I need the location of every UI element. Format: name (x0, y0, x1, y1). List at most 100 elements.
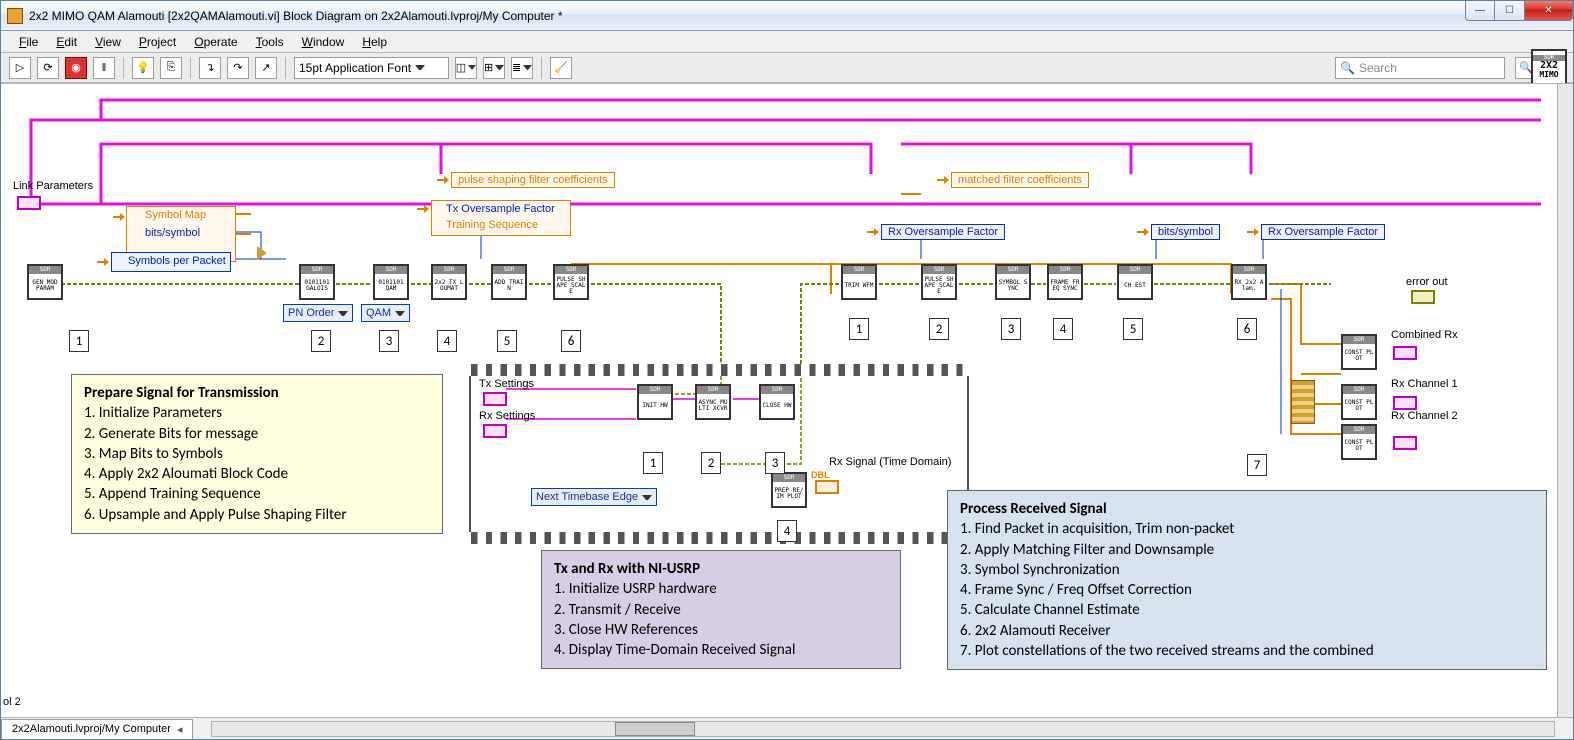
align-button[interactable]: ◫ (455, 57, 477, 79)
subvi-async-xcvr[interactable]: SDRASYNC MULTI XCVR (695, 384, 731, 420)
vi-icon[interactable]: SDR 2X2 MIMO (1531, 49, 1567, 85)
toolbar-sep (541, 57, 542, 79)
abort-button[interactable]: ◉ (65, 57, 87, 79)
legend-tx-item: 3. Map Bits to Symbols (84, 444, 430, 464)
step-box-tx-3: 3 (379, 330, 399, 352)
distribute-button[interactable]: ⊞ (483, 57, 505, 79)
reorder-button[interactable]: ≣ (511, 57, 533, 79)
menu-project[interactable]: Project (131, 33, 184, 51)
multiply-node[interactable] (257, 246, 267, 260)
menu-view[interactable]: View (87, 33, 129, 51)
menu-edit[interactable]: Edit (48, 33, 85, 51)
run-button[interactable]: ▷ (9, 57, 31, 79)
menu-operate[interactable]: Operate (186, 33, 245, 51)
legend-rx: Process Received Signal 1. Find Packet i… (947, 490, 1547, 670)
label-train-seq: Training Sequence (446, 219, 538, 231)
legend-rx-item: 6. 2x2 Alamouti Receiver (960, 621, 1534, 641)
menu-tools[interactable]: Tools (248, 33, 292, 51)
step-box-tx-1: 1 (69, 330, 89, 352)
font-selector[interactable]: 15pt Application Font (294, 57, 449, 79)
step-into-button[interactable]: ↴ (199, 57, 221, 79)
legend-rx-item: 7. Plot constellations of the two receiv… (960, 641, 1534, 661)
menu-help[interactable]: Help (354, 33, 395, 51)
subvi-symbol-sync[interactable]: SDRSYMBOL SYNC (995, 264, 1031, 300)
terminal-rx-ch2[interactable] (1393, 436, 1417, 450)
block-diagram-canvas[interactable]: Link Parameters Symbol Map bits/symbol S… (1, 83, 1573, 717)
step-box-tx-5: 5 (497, 330, 517, 352)
subvi-rx-alamouti[interactable]: SDRRX 2x2 Alam. (1231, 264, 1267, 300)
terminal-rx-signal[interactable] (815, 480, 839, 494)
subvi-const-plot-1[interactable]: SDRCONST PLOT (1341, 334, 1377, 370)
label-tx-settings: Tx Settings (479, 378, 534, 390)
subvi-tx-alamouti[interactable]: SDR2x2 TX LOUMAT (431, 264, 467, 300)
subvi-galois[interactable]: SDR0101101 GALOIS (299, 264, 335, 300)
terminal-combined-rx[interactable] (1393, 346, 1417, 360)
subvi-qam-mod[interactable]: SDR0101101 QAM (373, 264, 409, 300)
legend-rx-item: 3. Symbol Synchronization (960, 560, 1534, 580)
app-window: 2x2 MIMO QAM Alamouti [2x2QAMAlamouti.vi… (0, 0, 1574, 740)
cleanup-button[interactable]: 🧹 (550, 57, 572, 79)
label-combined-rx: Combined Rx (1391, 329, 1458, 341)
unbundle-symbols-pkt[interactable]: Symbols per Packet (111, 252, 231, 272)
label-rx-signal: Rx Signal (Time Domain) (829, 456, 951, 468)
vertical-scrollbar[interactable] (1557, 84, 1573, 717)
subvi-const-plot-3[interactable]: SDRCONST PLOT (1341, 424, 1377, 460)
menu-bar: File Edit View Project Operate Tools Win… (1, 31, 1573, 53)
terminal-tx-settings[interactable] (483, 392, 507, 406)
subvi-pulse-shape-rx[interactable]: SDRPULSE SHAPE SCALE (921, 264, 957, 300)
terminal-rx-ch1[interactable] (1393, 396, 1417, 410)
legend-hw-item: 1. Initialize USRP hardware (554, 579, 888, 599)
legend-hw-item: 4. Display Time-Domain Received Signal (554, 640, 888, 660)
subvi-const-plot-2[interactable]: SDRCONST PLOT (1341, 384, 1377, 420)
step-box-tx-6: 6 (561, 330, 581, 352)
menu-window[interactable]: Window (294, 33, 353, 51)
subvi-frame-sync[interactable]: SDRFRAME FREQ SYNC (1047, 264, 1083, 300)
subvi-pulse-shape[interactable]: SDRPULSE SHAPE SCALE (553, 264, 589, 300)
bottom-bar: 2x2Alamouti.lvproj/My Computer ◂ (1, 717, 1573, 739)
terminal-link-parameters[interactable] (17, 196, 41, 210)
project-tab[interactable]: 2x2Alamouti.lvproj/My Computer ◂ (1, 719, 193, 739)
enum-timebase[interactable]: Next Timebase Edge (531, 488, 657, 506)
subvi-init-hw[interactable]: SDRINIT HW (637, 384, 673, 420)
subvi-prep-plot[interactable]: SDRPREP RE/IM PLOT (771, 472, 807, 508)
bundle-node[interactable] (1291, 380, 1315, 424)
legend-tx-item: 2. Generate Bits for message (84, 424, 430, 444)
subvi-gen-mod-param[interactable]: SDRGEN MOD PARAM (27, 264, 63, 300)
enum-pn-order[interactable]: PN Order (283, 304, 353, 322)
highlight-button[interactable]: 💡 (132, 57, 154, 79)
retain-button[interactable]: ⎘ (160, 57, 182, 79)
step-out-button[interactable]: ↗ (255, 57, 277, 79)
search-input[interactable]: 🔍 Search (1335, 57, 1505, 79)
subvi-trim-wfm[interactable]: SDRTRIM WFM (841, 264, 877, 300)
legend-rx-item: 2. Apply Matching Filter and Downsample (960, 540, 1534, 560)
unbundle-tx-over[interactable]: Tx Oversample Factor Training Sequence (431, 200, 571, 236)
subvi-close-hw[interactable]: SDRCLOSE HW (759, 384, 795, 420)
pause-button[interactable]: ‖ (93, 57, 115, 79)
font-label: 15pt Application Font (299, 61, 411, 75)
menu-file[interactable]: File (11, 33, 46, 51)
toolbar-sep (123, 57, 124, 79)
legend-rx-item: 4. Frame Sync / Freq Offset Correction (960, 580, 1534, 600)
horizontal-scrollbar[interactable] (211, 721, 1555, 737)
step-box-rx-2: 2 (929, 318, 949, 340)
label-bits-symbol-2: bits/symbol (1151, 224, 1220, 240)
title-bar: 2x2 MIMO QAM Alamouti [2x2QAMAlamouti.vi… (1, 1, 1573, 31)
terminal-error-out[interactable] (1411, 290, 1435, 304)
maximize-button[interactable]: ☐ (1495, 1, 1525, 21)
step-over-button[interactable]: ↷ (227, 57, 249, 79)
legend-tx: Prepare Signal for Transmission 1. Initi… (71, 374, 443, 534)
run-cont-button[interactable]: ⟳ (37, 57, 59, 79)
minimize-button[interactable]: — (1465, 1, 1495, 21)
label-pulse-coef: pulse shaping filter coefficients (451, 172, 615, 188)
legend-tx-title: Prepare Signal for Transmission (84, 383, 430, 403)
close-button[interactable]: ✕ (1525, 1, 1573, 21)
search-placeholder: Search (1359, 61, 1397, 75)
label-rx-over-2: Rx Oversample Factor (1261, 224, 1385, 240)
scrollbar-thumb[interactable] (615, 722, 695, 736)
legend-hw-item: 2. Transmit / Receive (554, 600, 888, 620)
subvi-ch-est[interactable]: SDRCH EST (1117, 264, 1153, 300)
subvi-add-train[interactable]: SDRADD TRAIN (491, 264, 527, 300)
enum-qam[interactable]: QAM (361, 304, 410, 322)
step-box-rx-5: 5 (1123, 318, 1143, 340)
terminal-rx-settings[interactable] (483, 424, 507, 438)
